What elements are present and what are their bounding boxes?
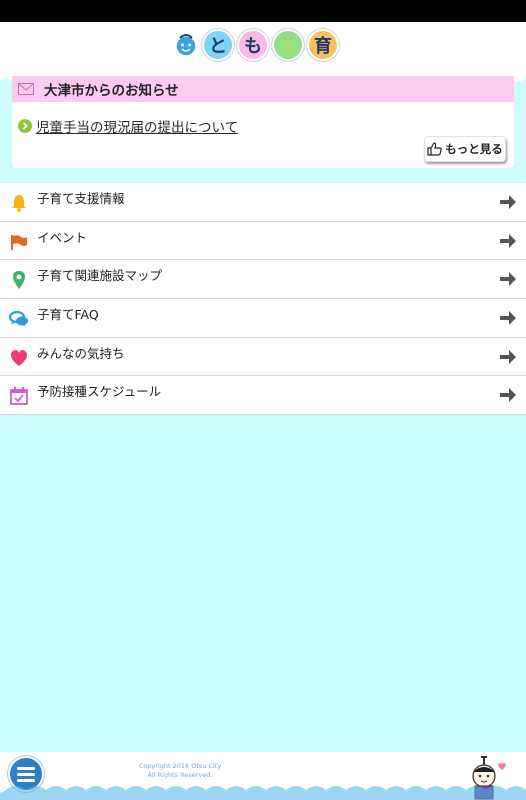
logo-char-mo: も	[237, 29, 269, 61]
more-button[interactable]: もっと見る	[424, 136, 506, 162]
logo-char-iku: 育	[307, 29, 339, 61]
logo-star-icon: ☆	[272, 29, 304, 61]
footer-wave	[0, 786, 526, 800]
app-logo[interactable]: と も ☆ 育	[174, 27, 342, 63]
menu-item-facility-map[interactable]: 子育て関連施設マップ	[0, 260, 526, 300]
menu-item-faq[interactable]: 子育てFAQ	[0, 299, 526, 338]
more-button-label: もっと見る	[445, 142, 503, 156]
notice-panel: 大津市からのお知らせ 児童手当の現況届の提出について もっと見る	[12, 76, 514, 168]
hamburger-line	[17, 766, 35, 770]
calendar-check-icon	[10, 387, 28, 406]
notice-item[interactable]: 児童手当の現況届の提出について	[18, 116, 238, 136]
app-header: と も ☆ 育	[0, 22, 526, 82]
chat-bubbles-icon	[9, 310, 28, 329]
copyright-line-2: All Rights Reserved.	[147, 771, 213, 779]
thumbs-up-icon	[427, 142, 442, 156]
menu-item-label: イベント	[37, 229, 88, 245]
arrow-right-icon	[500, 311, 516, 326]
notice-header: 大津市からのお知らせ	[12, 76, 514, 102]
menu-item-feelings[interactable]: みんなの気持ち	[0, 338, 526, 377]
menu-item-label: 予防接種スケジュール	[37, 384, 162, 400]
mail-icon	[18, 83, 34, 95]
copyright-line-1: Copyright 2016 Otsu City	[138, 762, 222, 770]
copyright: Copyright 2016 Otsu City All Rights Rese…	[120, 762, 240, 780]
arrow-right-icon	[500, 349, 516, 364]
hamburger-line	[17, 772, 35, 776]
flag-icon	[11, 234, 27, 250]
notice-title: 大津市からのお知らせ	[44, 83, 179, 99]
menu-item-label: 子育て関連施設マップ	[37, 268, 163, 284]
menu-item-event[interactable]: イベント	[0, 222, 526, 261]
menu-item-label: 子育て支援情報	[37, 191, 125, 206]
arrow-right-icon	[500, 195, 516, 209]
notice-item-link[interactable]: 児童手当の現況届の提出について	[36, 116, 238, 136]
bell-icon	[12, 195, 26, 212]
menu-item-vaccination[interactable]: 予防接種スケジュール	[0, 376, 526, 416]
map-pin-icon	[13, 271, 25, 290]
arrow-right-icon	[500, 388, 516, 403]
menu-item-label: みんなの気持ち	[37, 345, 125, 361]
chevron-circle-icon	[18, 119, 32, 133]
main-menu: 子育て支援情報 イベント 子育て関連施設マップ 子育てFAQ みんなの気持ち 予…	[0, 183, 526, 416]
status-bar	[0, 0, 526, 22]
logo-char-to: と	[202, 29, 234, 61]
menu-item-label: 子育てFAQ	[37, 307, 99, 323]
menu-item-support-info[interactable]: 子育て支援情報	[0, 183, 526, 222]
heart-icon	[10, 349, 28, 366]
arrow-right-icon	[500, 272, 516, 287]
arrow-right-icon	[500, 233, 516, 248]
logo-face-icon	[175, 34, 197, 57]
